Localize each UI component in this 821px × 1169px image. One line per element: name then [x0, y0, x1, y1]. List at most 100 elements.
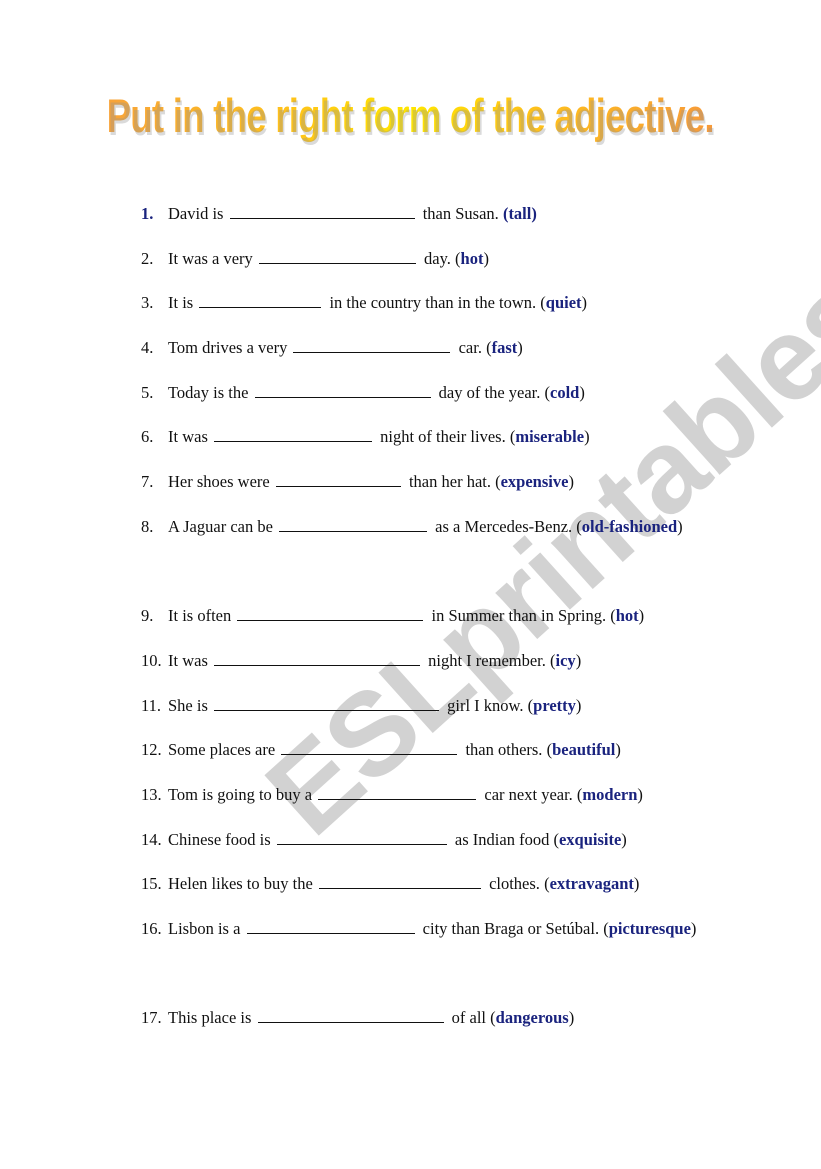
sentence-end: in the country than in the town. [329, 293, 537, 313]
answer-blank[interactable] [276, 828, 447, 845]
item-sentence: This place is of all (dangerous) [168, 1005, 707, 1031]
item-sentence: It was night I remember. (icy) [168, 648, 707, 674]
item-number: 1. [141, 204, 154, 223]
item-number: 9. [141, 606, 154, 626]
answer-blank[interactable] [279, 515, 428, 532]
answer-blank[interactable] [199, 291, 322, 309]
answer-blank[interactable] [275, 470, 401, 488]
hint-word: exquisite [558, 829, 622, 849]
item-sentence: She is girl I know. (pretty) [168, 693, 707, 719]
item-sentence: David is than Susan. (tall) [168, 201, 707, 227]
exercise-item: 9. It is often in Summer than in Spring. … [141, 603, 707, 648]
item-number: 16. [141, 919, 162, 939]
sentence-end: than Susan. [422, 204, 499, 223]
sentence-start: Tom is going to buy a [168, 784, 313, 804]
adjective-hint: (picturesque) [603, 919, 696, 938]
item-sentence: Tom is going to buy a car next year. (mo… [168, 782, 707, 808]
adjective-hint: (fast) [486, 338, 523, 357]
close-paren: ) [483, 248, 489, 268]
sentence-start: Tom drives a very [168, 338, 288, 358]
sentence-start: A Jaguar can be [168, 516, 273, 536]
sentence-start: It is often [168, 606, 232, 626]
adjective-hint: (hot) [610, 606, 644, 625]
answer-blank[interactable] [281, 738, 458, 756]
exercise-item: 14. Chinese food is as Indian food (exqui… [141, 827, 707, 872]
sentence-end: day of the year. [438, 382, 541, 402]
sentence-end: clothes. [489, 874, 540, 894]
exercise-item: 8. A Jaguar can be as a Mercedes-Benz. (o… [141, 514, 707, 603]
sentence-start: Helen likes to buy the [168, 874, 313, 894]
adjective-hint: (miserable) [510, 427, 590, 446]
answer-blank[interactable] [246, 917, 415, 935]
close-paren: ) [575, 650, 582, 670]
sentence-start: Her shoes were [168, 472, 270, 492]
exercise-item: 3. It is in the country than in the town.… [141, 290, 707, 335]
adjective-hint: (quiet) [540, 293, 587, 312]
close-paren: ) [638, 606, 645, 626]
exercise-item: 2. It was a very day. (hot) [141, 246, 707, 291]
answer-blank[interactable] [237, 604, 424, 622]
close-paren: ) [584, 427, 590, 447]
answer-blank[interactable] [258, 247, 416, 264]
worksheet-title: Put in the right form of the adjective. [106, 89, 715, 142]
close-paren: ) [637, 784, 643, 804]
adjective-hint: (exquisite) [553, 830, 626, 849]
hint-word: hot [615, 606, 639, 626]
adjective-hint: (old-fashioned) [576, 517, 682, 536]
item-sentence: Lisbon is a city than Braga or Setúbal. … [168, 907, 707, 952]
adjective-hint: (expensive) [495, 472, 574, 491]
answer-blank[interactable] [214, 649, 420, 666]
exercise-item: 4. Tom drives a very car. (fast) [141, 335, 707, 380]
close-paren: ) [633, 874, 640, 894]
hint-word: pretty [533, 695, 576, 715]
item-sentence: Tom drives a very car. (fast) [168, 335, 707, 361]
sentence-start: Chinese food is [168, 829, 271, 849]
exercise-item: 13. Tom is going to buy a car next year. … [141, 782, 707, 827]
hint-word: tall [508, 204, 532, 223]
answer-blank[interactable] [254, 381, 431, 398]
answer-blank[interactable] [318, 872, 481, 890]
item-sentence: It is often in Summer than in Spring. (h… [168, 603, 707, 629]
item-number: 3. [141, 293, 154, 313]
exercise-item: 1. David is than Susan. (tall) [141, 201, 707, 246]
item-number: 17. [141, 1008, 162, 1028]
exercise-item: 17. This place is of all (dangerous) [141, 1005, 707, 1050]
adjective-hint: (dangerous) [490, 1008, 574, 1027]
sentence-end: night of their lives. [380, 427, 506, 447]
item-number: 14. [141, 829, 162, 849]
answer-blank[interactable] [293, 336, 451, 354]
item-number: 2. [141, 248, 154, 268]
item-sentence: Today is the day of the year. (cold) [168, 380, 707, 406]
exercise-item: 12. Some places are than others. (beautif… [141, 737, 707, 782]
hint-word: modern [582, 784, 638, 804]
item-sentence: A Jaguar can be as a Mercedes-Benz. (old… [168, 505, 707, 550]
adjective-hint: (modern) [577, 785, 643, 804]
item-number: 10. [141, 650, 162, 670]
sentence-end: girl I know. [447, 695, 524, 715]
sentence-end: car next year. [484, 784, 573, 804]
item-sentence: It is in the country than in the town. (… [168, 290, 707, 316]
answer-blank[interactable] [229, 202, 415, 219]
title-container: Put in the right form of the adjective. [0, 88, 821, 143]
close-paren: ) [531, 204, 537, 223]
answer-blank[interactable] [214, 425, 372, 443]
answer-blank[interactable] [318, 783, 477, 800]
adjective-hint: (beautiful) [547, 740, 621, 759]
sentence-end: car. [458, 338, 482, 358]
sentence-start: Lisbon is a [168, 919, 241, 939]
sentence-end: as a Mercedes-Benz. [435, 516, 573, 536]
exercise-item: 5. Today is the day of the year. (cold) [141, 380, 707, 425]
close-paren: ) [575, 695, 582, 715]
answer-blank[interactable] [257, 1006, 444, 1024]
answer-blank[interactable] [214, 694, 440, 711]
item-number: 15. [141, 874, 162, 894]
sentence-start: This place is [168, 1008, 252, 1028]
hint-word: miserable [515, 427, 585, 447]
close-paren: ) [690, 919, 697, 939]
sentence-end: day. [424, 248, 451, 268]
item-sentence: Her shoes were than her hat. (expensive) [168, 469, 707, 495]
item-number: 6. [141, 427, 154, 447]
adjective-hint: (tall) [503, 204, 537, 223]
hint-word: cold [550, 382, 580, 402]
close-paren: ) [581, 293, 588, 313]
